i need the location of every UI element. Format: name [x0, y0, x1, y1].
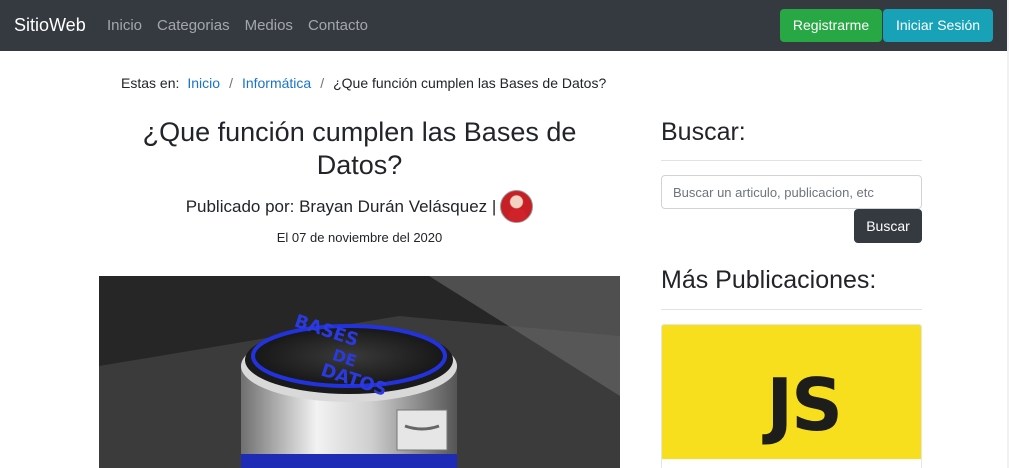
javascript-logo-image[interactable]: JS: [662, 325, 921, 459]
article-hero-image: BASES DE DATOS: [99, 276, 620, 468]
divider: [661, 160, 922, 161]
breadcrumb-separator: /: [320, 75, 325, 91]
article-title: ¿Que función cumplen las Bases de Datos?: [142, 117, 577, 180]
login-button[interactable]: Iniciar Sesión: [883, 9, 993, 42]
brand-logo[interactable]: SitioWeb: [14, 14, 86, 36]
nav-link-contacto[interactable]: Contacto: [308, 17, 368, 35]
post-card[interactable]: JS: [661, 324, 922, 468]
nav-link-inicio[interactable]: Inicio: [107, 17, 142, 35]
breadcrumb-item-inicio[interactable]: Inicio: [187, 74, 220, 92]
article-date: El 07 de noviembre del 2020: [276, 230, 443, 245]
author-avatar: [500, 190, 534, 223]
breadcrumb-separator: /: [229, 75, 233, 91]
search-button[interactable]: Buscar: [854, 209, 922, 243]
nav-link-medios[interactable]: Medios: [245, 17, 293, 35]
breadcrumb: Estas en: Inicio / Informática / ¿Que fu…: [121, 74, 606, 92]
register-button[interactable]: Registrarme: [780, 9, 882, 42]
search-input[interactable]: [661, 175, 922, 209]
article-byline: Publicado por: Brayan Durán Velásquez |: [99, 190, 620, 223]
breadcrumb-item-informatica[interactable]: Informática: [242, 74, 311, 92]
top-navbar: SitioWeb Inicio Categorias Medios Contac…: [0, 0, 1007, 51]
divider: [661, 309, 922, 310]
nav-links: Inicio Categorias Medios Contacto: [107, 17, 383, 35]
breadcrumb-label: Estas en:: [121, 75, 180, 91]
author-text: Publicado por: Brayan Durán Velásquez |: [185, 197, 497, 216]
database-illustration: BASES DE DATOS: [99, 276, 620, 468]
nav-link-categorias[interactable]: Categorias: [157, 17, 230, 35]
js-logo-text: JS: [766, 363, 843, 447]
more-posts-heading: Más Publicaciones:: [661, 266, 877, 294]
breadcrumb-item-current: ¿Que función cumplen las Bases de Datos?: [333, 75, 607, 91]
search-heading: Buscar:: [661, 118, 746, 146]
